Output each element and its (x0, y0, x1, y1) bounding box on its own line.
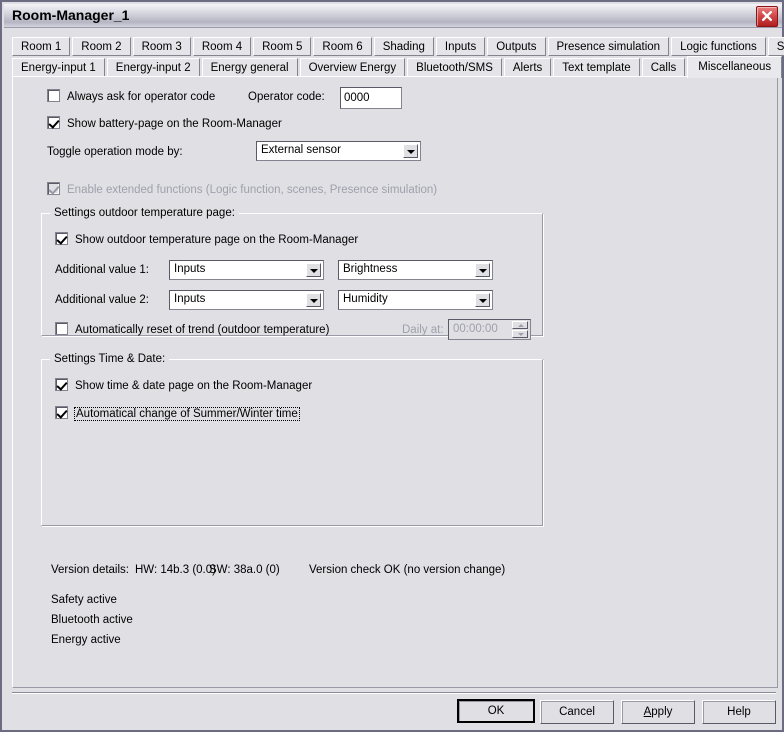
show-battery-page-label: Show battery-page on the Room-Manager (67, 118, 282, 130)
version-sw: SW: 38a.0 (0) (209, 564, 280, 576)
show-time-date-page-label: Show time & date page on the Room-Manage… (75, 380, 313, 392)
enable-extended-functions-row: Enable extended functions (Logic functio… (47, 182, 437, 196)
additional-value-2-source-value: Inputs (174, 293, 206, 305)
tab-bluetooth-sms[interactable]: Bluetooth/SMS (407, 58, 502, 77)
tab-row-1: Room 1 Room 2 Room 3 Room 4 Room 5 Room … (12, 37, 784, 58)
cancel-button[interactable]: Cancel (540, 700, 614, 724)
time-date-group-title: Settings Time & Date: (50, 353, 170, 365)
outdoor-temperature-group-title: Settings outdoor temperature page: (50, 207, 239, 219)
spinner-down-icon (512, 330, 528, 338)
summer-winter-time-label: Automatical change of Summer/Winter time (74, 407, 300, 421)
show-time-date-page-row: Show time & date page on the Room-Manage… (55, 378, 312, 392)
additional-value-1-type-select[interactable]: Brightness (338, 260, 493, 280)
chevron-down-icon[interactable] (306, 293, 321, 307)
additional-value-2-source-select[interactable]: Inputs (169, 290, 324, 310)
tab-strip: Room 1 Room 2 Room 3 Room 4 Room 5 Room … (12, 32, 784, 78)
status-energy-active: Energy active (51, 634, 121, 646)
tab-energy-general[interactable]: Energy general (201, 58, 298, 77)
help-button[interactable]: Help (702, 700, 776, 724)
close-button[interactable] (756, 6, 778, 27)
tab-presence-simulation[interactable]: Presence simulation (547, 37, 670, 56)
show-outdoor-temperature-page-row: Show outdoor temperature page on the Roo… (55, 232, 358, 246)
chevron-down-icon[interactable] (306, 263, 321, 277)
enable-extended-functions-label: Enable extended functions (Logic functio… (67, 184, 438, 196)
additional-value-1-label: Additional value 1: (55, 264, 149, 276)
additional-value-1-type-value: Brightness (343, 263, 398, 275)
always-ask-operator-code-label: Always ask for operator code (67, 91, 216, 103)
operator-code-input[interactable] (340, 87, 402, 109)
time-date-group: Settings Time & Date: Show time & date p… (41, 353, 544, 527)
additional-value-2-type-select[interactable]: Humidity (338, 290, 493, 310)
tab-text-template[interactable]: Text template (553, 58, 640, 77)
tab-calls[interactable]: Calls (641, 58, 686, 77)
tab-overview-energy[interactable]: Overview Energy (299, 58, 406, 77)
enable-extended-functions-checkbox (47, 182, 60, 195)
tab-page-miscellaneous: Always ask for operator code Operator co… (12, 76, 778, 688)
version-details-label: Version details: (51, 564, 129, 576)
show-outdoor-temperature-page-label: Show outdoor temperature page on the Roo… (75, 234, 359, 246)
status-bluetooth-active: Bluetooth active (51, 614, 133, 626)
daily-at-time-value: 00:00:00 (453, 323, 498, 335)
tab-scenes[interactable]: Scenes (767, 37, 784, 56)
tab-inputs[interactable]: Inputs (435, 37, 486, 56)
chevron-down-icon[interactable] (475, 293, 490, 307)
auto-reset-trend-checkbox[interactable] (55, 322, 68, 335)
outdoor-temperature-group: Settings outdoor temperature page: Show … (41, 207, 544, 340)
tab-room-2[interactable]: Room 2 (72, 37, 131, 56)
toggle-operation-mode-value: External sensor (261, 144, 341, 156)
show-time-date-page-checkbox[interactable] (55, 378, 68, 391)
ok-button[interactable]: OK (457, 699, 535, 723)
tab-outputs[interactable]: Outputs (487, 37, 546, 56)
title-bar: Room-Manager_1 (4, 4, 782, 28)
tab-logic-functions[interactable]: Logic functions (671, 37, 766, 56)
additional-value-1-source-value: Inputs (174, 263, 206, 275)
daily-at-time-spinner: 00:00:00 (448, 319, 531, 340)
dialog-window: Room-Manager_1 Room 1 Room 2 Room 3 Room… (0, 0, 784, 732)
additional-value-1-source-select[interactable]: Inputs (169, 260, 324, 280)
summer-winter-time-checkbox[interactable] (55, 406, 68, 419)
chevron-down-icon[interactable] (403, 144, 418, 158)
tab-room-3[interactable]: Room 3 (132, 37, 191, 56)
tab-miscellaneous[interactable]: Miscellaneous (687, 56, 783, 78)
daily-at-label: Daily at: (402, 324, 444, 336)
apply-button[interactable]: Apply (621, 700, 695, 724)
button-bar-separator (12, 692, 776, 694)
additional-value-2-label: Additional value 2: (55, 294, 149, 306)
auto-reset-trend-row: Automatically reset of trend (outdoor te… (55, 322, 329, 336)
version-check-status: Version check OK (no version change) (309, 564, 506, 576)
auto-reset-trend-label: Automatically reset of trend (outdoor te… (75, 324, 330, 336)
tab-room-5[interactable]: Room 5 (253, 37, 312, 56)
tab-energy-input-2[interactable]: Energy-input 2 (106, 58, 200, 77)
version-hw: HW: 14b.3 (0.0) (135, 564, 216, 576)
additional-value-2-type-value: Humidity (343, 293, 388, 305)
window-title: Room-Manager_1 (12, 7, 130, 23)
status-safety-active: Safety active (51, 594, 117, 606)
always-ask-operator-code-row: Always ask for operator code (47, 89, 215, 103)
show-battery-page-row: Show battery-page on the Room-Manager (47, 116, 282, 130)
tab-room-1[interactable]: Room 1 (12, 37, 71, 56)
show-outdoor-temperature-page-checkbox[interactable] (55, 232, 68, 245)
show-battery-page-checkbox[interactable] (47, 116, 60, 129)
apply-button-label: pply (651, 706, 673, 718)
tab-room-6[interactable]: Room 6 (313, 37, 372, 56)
tab-room-4[interactable]: Room 4 (192, 37, 252, 56)
toggle-operation-mode-label: Toggle operation mode by: (47, 146, 183, 158)
operator-code-label: Operator code: (248, 91, 325, 103)
tab-alerts[interactable]: Alerts (503, 58, 552, 77)
tab-shading[interactable]: Shading (373, 37, 434, 56)
chevron-down-icon[interactable] (475, 263, 490, 277)
close-icon (762, 11, 772, 21)
tab-energy-input-1[interactable]: Energy-input 1 (12, 58, 105, 77)
spinner-up-icon (512, 321, 528, 329)
toggle-operation-mode-select[interactable]: External sensor (256, 141, 421, 161)
always-ask-operator-code-checkbox[interactable] (47, 89, 60, 102)
summer-winter-time-row: Automatical change of Summer/Winter time (55, 406, 300, 421)
